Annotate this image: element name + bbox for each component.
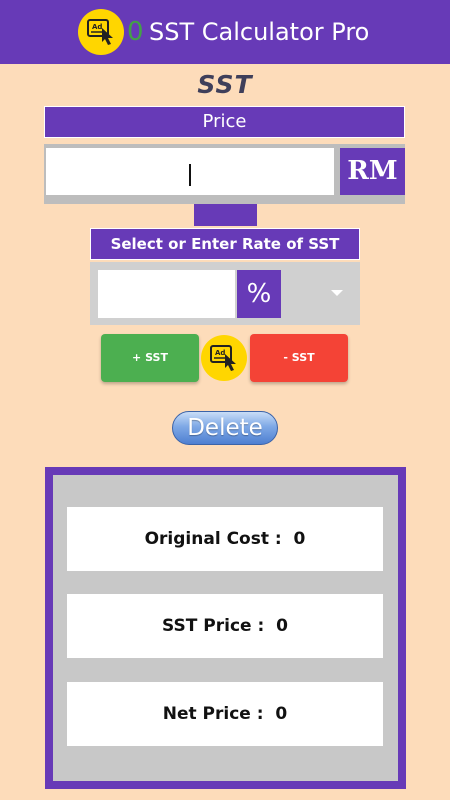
- sst-price-row: SST Price : 0: [67, 594, 383, 658]
- svg-text:Ad: Ad: [215, 349, 225, 357]
- rate-input[interactable]: [98, 270, 235, 318]
- rate-input-group[interactable]: %: [90, 262, 360, 325]
- sst-logo: SST: [197, 70, 253, 99]
- sst-price-label: SST Price :: [162, 616, 265, 636]
- rate-header: Select or Enter Rate of SST: [90, 228, 360, 260]
- ad-icon[interactable]: Ad: [201, 335, 247, 381]
- net-price-row: Net Price : 0: [67, 682, 383, 746]
- original-cost-row: Original Cost : 0: [67, 507, 383, 571]
- price-input[interactable]: [46, 148, 334, 195]
- text-caret: [189, 164, 191, 186]
- price-input-group: RM: [44, 144, 405, 204]
- app-title: SST Calculator Pro: [149, 18, 370, 46]
- original-cost-label: Original Cost :: [144, 529, 282, 549]
- ad-count: 0: [127, 17, 144, 47]
- net-price-label: Net Price :: [162, 704, 264, 724]
- add-sst-button[interactable]: + SST: [101, 334, 199, 382]
- delete-button[interactable]: Delete: [172, 411, 278, 445]
- svg-text:Ad: Ad: [92, 23, 102, 31]
- dropdown-triangle-icon[interactable]: [331, 290, 343, 296]
- connector-bar: [194, 204, 257, 226]
- original-cost-value: 0: [293, 529, 306, 549]
- price-header: Price: [44, 106, 405, 138]
- results-inner: Original Cost : 0 SST Price : 0 Net Pric…: [53, 475, 398, 781]
- sst-price-value: 0: [276, 616, 288, 636]
- subtract-sst-button[interactable]: - SST: [250, 334, 348, 382]
- results-panel: Original Cost : 0 SST Price : 0 Net Pric…: [45, 467, 406, 789]
- ad-icon[interactable]: Ad: [78, 9, 124, 55]
- percent-label: %: [237, 270, 281, 318]
- currency-label: RM: [340, 148, 405, 195]
- net-price-value: 0: [275, 704, 288, 724]
- app-bar: Ad 0 SST Calculator Pro: [0, 0, 450, 64]
